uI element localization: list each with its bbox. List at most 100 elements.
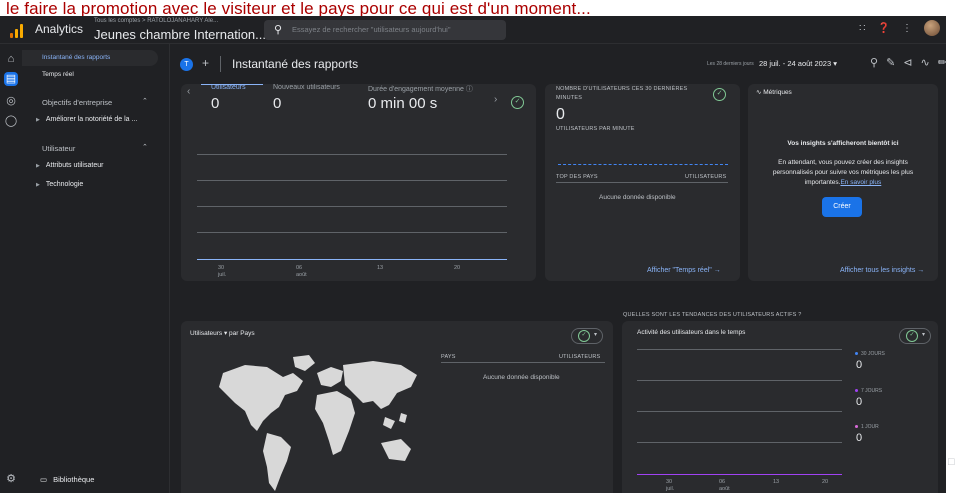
tick-month: août	[719, 486, 730, 492]
expand-icon: ▶	[36, 182, 40, 188]
account-breadcrumb[interactable]: Tous les comptes > RATOLOJANAHARY Ale...	[94, 18, 218, 24]
divider	[441, 362, 605, 363]
tick-day: 13	[377, 265, 384, 271]
expand-icon: ▶	[36, 117, 40, 123]
chevron-down-icon: ▾	[922, 332, 926, 338]
legend-7-days: 7 JOURS	[855, 388, 882, 394]
insights-card: ∿ Métriques Vos insights s'afficheront b…	[748, 84, 938, 281]
per-minute-chart	[558, 164, 728, 165]
library-label: Bibliothèque	[53, 475, 95, 484]
grid-line	[637, 349, 842, 350]
check-circle-icon: ✓	[906, 330, 918, 342]
view-realtime-link[interactable]: Afficher "Temps réel" →	[647, 267, 721, 274]
date-range-label: Les 28 derniers jours	[707, 61, 754, 67]
feedback-icon[interactable]: □	[948, 456, 955, 468]
insights-icon[interactable]: ∿	[921, 56, 930, 69]
empty-state: Aucune donnée disponible	[483, 374, 560, 381]
x-tick: 06 août	[296, 265, 307, 279]
empty-state: Aucune donnée disponible	[599, 194, 676, 201]
sidebar-item-technology[interactable]: ▶ Technologie	[36, 181, 83, 188]
x-tick: 30 juil.	[666, 479, 674, 493]
share-icon[interactable]: ⊲	[903, 56, 912, 69]
tick-day: 20	[454, 265, 461, 271]
analytics-logo-icon[interactable]	[10, 24, 24, 38]
realtime-value: 0	[556, 106, 565, 123]
legend-label: 1 JOUR	[861, 424, 879, 430]
legend-dot	[855, 352, 858, 356]
series-line	[197, 259, 507, 260]
check-circle-icon[interactable]: ✓	[511, 96, 524, 109]
tick-day: 20	[822, 479, 829, 485]
avatar[interactable]	[924, 20, 940, 36]
tick-day: 06	[296, 265, 303, 271]
legend-dot	[855, 389, 858, 393]
chevron-left-icon[interactable]: ‹	[187, 86, 190, 97]
reports-icon[interactable]: ▤	[4, 72, 18, 86]
create-insight-button[interactable]: Créer	[822, 197, 862, 217]
sidebar-item-awareness[interactable]: ▶ Améliorer la notoriété de la ...	[36, 116, 137, 123]
edit-report-icon[interactable]: ✎	[886, 56, 895, 69]
help-icon[interactable]: ❓	[878, 23, 890, 34]
toolbar-actions: ⚲ ✎ ⊲ ∿ ✏	[870, 56, 947, 69]
realtime-title-1: NOMBRE D'UTILISATEURS CES 30 DERNIÈRES	[556, 86, 688, 92]
grid-line	[197, 206, 507, 207]
divider	[220, 56, 221, 72]
item-label: Attributs utilisateur	[45, 162, 104, 169]
north-america-shape	[219, 365, 303, 431]
explore-icon[interactable]: ◎	[4, 94, 18, 108]
sidebar-item-library[interactable]: ▭ Bibliothèque	[40, 475, 94, 484]
top-bar: Analytics Tous les comptes > RATOLOJANAH…	[0, 16, 946, 44]
section-label: Utilisateur	[42, 144, 76, 153]
settings-gear-icon[interactable]: ⚙	[4, 472, 18, 486]
grid-line	[197, 232, 507, 233]
item-label: Technologie	[45, 181, 84, 188]
learn-more-link[interactable]: En savoir plus	[840, 179, 881, 186]
legend-30-days: 30 JOURS	[855, 351, 885, 357]
per-minute-label: UTILISATEURS PAR MINUTE	[556, 126, 635, 132]
col-users: UTILISATEURS	[685, 174, 727, 180]
divider	[556, 182, 728, 183]
sidebar-section-user[interactable]: Utilisateur ⌃	[42, 144, 148, 153]
card-options-pill[interactable]: ✓ ▾	[899, 328, 931, 344]
metric-label-users[interactable]: Utilisateurs	[211, 84, 246, 91]
pencil-icon[interactable]: ✏	[938, 56, 947, 69]
lightbulb-icon[interactable]: ⚲	[870, 56, 878, 69]
legend-label: 30 JOURS	[861, 351, 885, 357]
folder-icon: ▭	[40, 475, 48, 484]
check-circle-icon[interactable]: ✓	[713, 88, 726, 101]
date-range-picker[interactable]: 28 juil. - 24 août 2023 ▾	[759, 59, 837, 68]
analytics-app: Analytics Tous les comptes > RATOLOJANAH…	[0, 16, 947, 493]
sidebar-item-realtime[interactable]: Temps réel	[42, 71, 74, 78]
metric-label-new-users[interactable]: Nouveaux utilisateurs	[273, 84, 340, 91]
sidebar-item-user-attributes[interactable]: ▶ Attributs utilisateur	[36, 162, 103, 169]
property-selector[interactable]: Jeunes chambre Internation... ▾	[94, 27, 274, 42]
activity-card-title: Activité des utilisateurs dans le temps	[637, 329, 746, 336]
home-icon[interactable]: ⌂	[4, 52, 18, 66]
legend-value-7-days: 0	[856, 396, 863, 408]
property-name: Jeunes chambre Internation...	[94, 27, 266, 42]
comparison-avatar[interactable]: T	[180, 58, 193, 71]
advertising-icon[interactable]: ◯	[4, 114, 18, 128]
tick-day: 06	[719, 479, 726, 485]
realtime-card: NOMBRE D'UTILISATEURS CES 30 DERNIÈRES M…	[545, 84, 740, 281]
search-input[interactable]: ⚲ Essayez de rechercher "utilisateurs au…	[264, 20, 506, 40]
legend-value-30-days: 0	[856, 359, 863, 371]
x-tick: 20	[822, 479, 828, 486]
card-options-pill[interactable]: ✓ ▾	[571, 328, 603, 344]
add-comparison-button[interactable]: +	[202, 56, 209, 70]
sidebar-item-snapshot[interactable]: Instantané des rapports	[22, 50, 158, 66]
country-card-title[interactable]: Utilisateurs ▾ par Pays	[190, 329, 255, 337]
insights-heading: Vos insights s'afficheront bientôt ici	[787, 140, 899, 147]
metric-label-engagement[interactable]: Durée d'engagement moyenne ⓘ	[368, 84, 473, 94]
chevron-up-icon: ⌃	[142, 98, 148, 105]
x-tick: 13	[773, 479, 779, 486]
sidebar-section-business-goals[interactable]: Objectifs d'entreprise ⌃	[42, 98, 148, 107]
chevron-right-icon[interactable]: ›	[494, 94, 497, 105]
legend-dot	[855, 425, 858, 429]
top-actions: ∷ ❓ ⋮	[859, 20, 940, 36]
trend-icon: ∿	[756, 89, 762, 96]
more-vert-icon[interactable]: ⋮	[902, 23, 912, 34]
apps-icon[interactable]: ∷	[859, 23, 865, 34]
view-all-insights-link[interactable]: Afficher tous les insights →	[840, 267, 924, 274]
greenland-shape	[293, 355, 315, 371]
